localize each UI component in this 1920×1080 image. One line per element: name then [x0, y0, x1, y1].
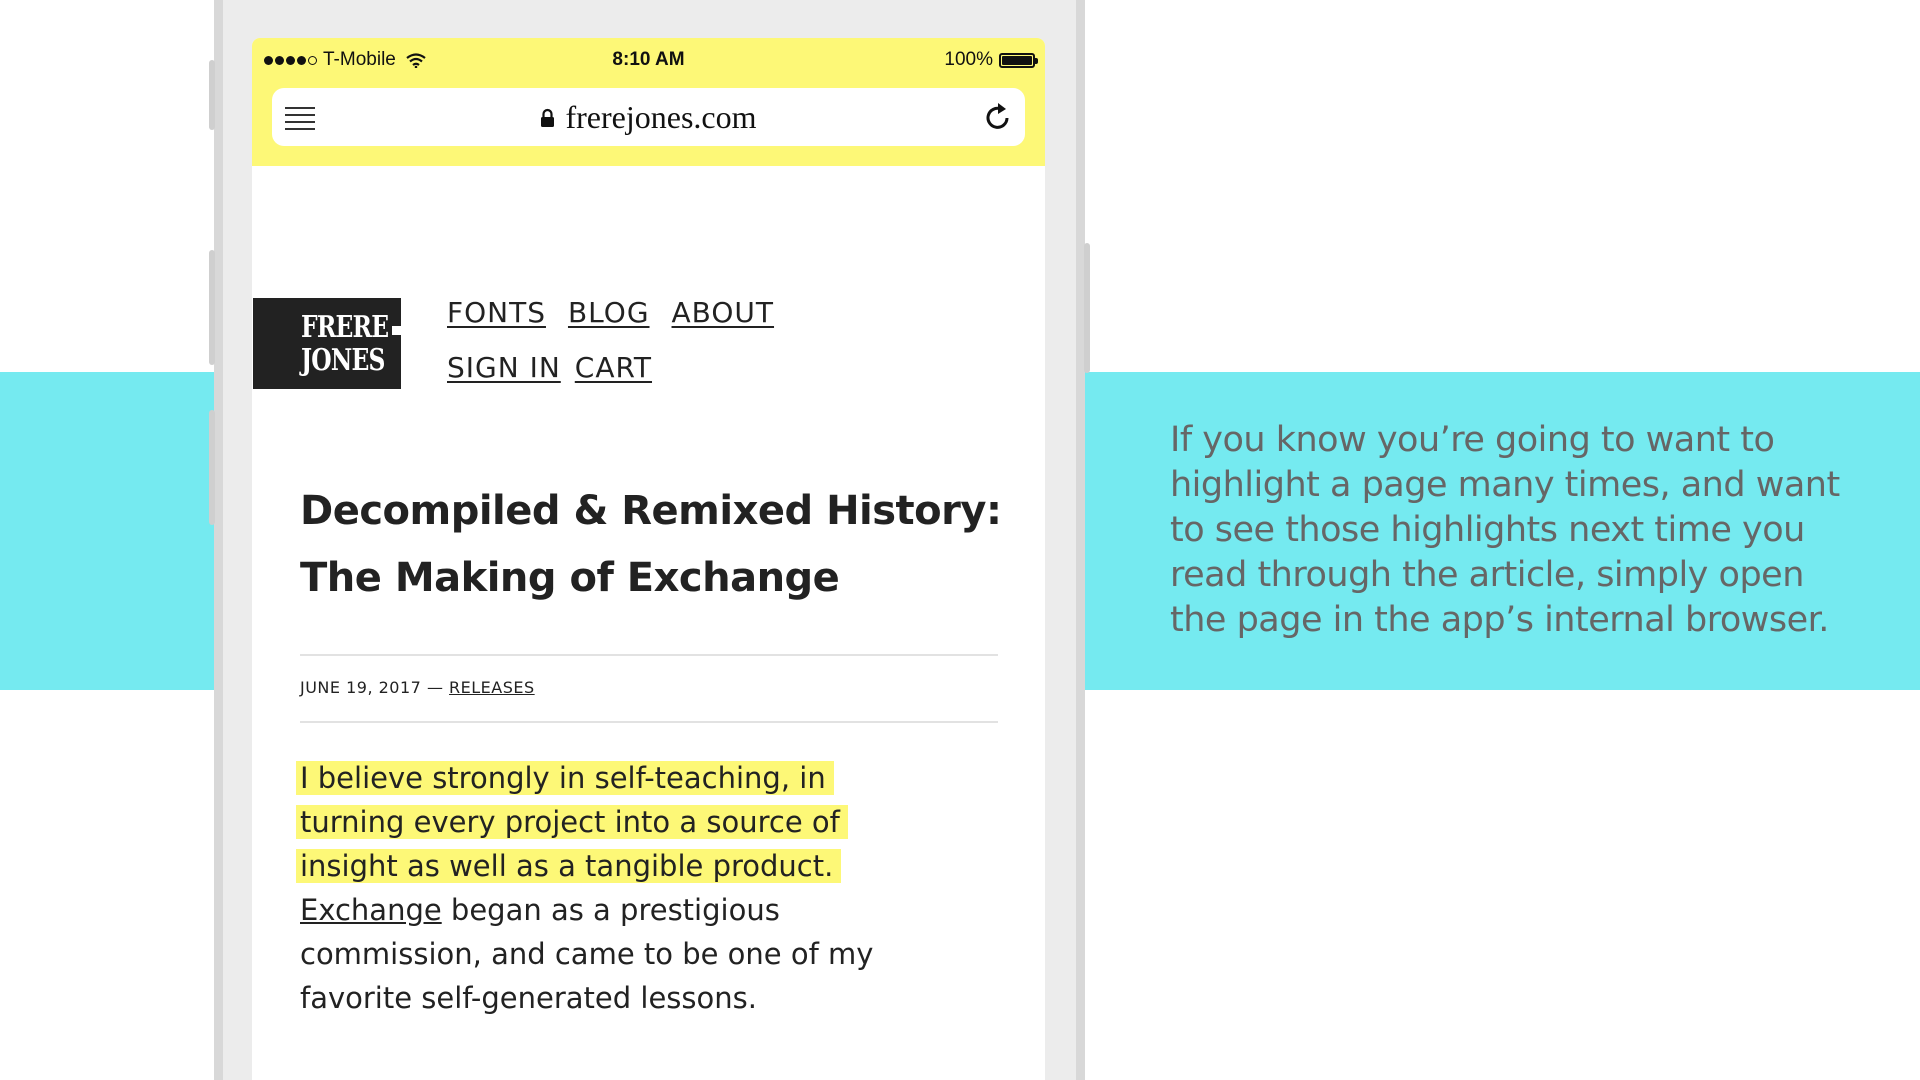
- exchange-link[interactable]: Exchange: [300, 893, 442, 927]
- article-title-line-1: Decompiled & Remixed History:: [300, 488, 1002, 534]
- nav-row-1: FONTS BLOG ABOUT: [447, 296, 774, 329]
- logo-line-1: FRERE: [301, 310, 389, 345]
- nav-link-blog[interactable]: BLOG: [568, 296, 650, 329]
- nav-row-2: SIGN IN CART: [447, 351, 774, 384]
- battery-icon: [999, 52, 1038, 68]
- phone-button-volume-down: [209, 410, 215, 525]
- logo-accent: [392, 326, 401, 335]
- highlighted-text-line-3[interactable]: insight as well as a tangible product.: [296, 849, 842, 883]
- url-display[interactable]: frerejones.com: [272, 99, 1025, 136]
- battery-percent: 100%: [944, 49, 993, 70]
- meta-separator: —: [426, 678, 444, 697]
- divider-top: [300, 654, 998, 656]
- phone-button-volume-up: [209, 250, 215, 365]
- browser-chrome: T-Mobile 8:10 AM 100% frerejones.com: [252, 38, 1045, 166]
- highlighted-text-line-1[interactable]: I believe strongly in self-teaching, in: [296, 761, 834, 795]
- status-bar: T-Mobile 8:10 AM 100%: [252, 38, 1045, 84]
- article-date: JUNE 19, 2017: [300, 678, 422, 697]
- url-bar[interactable]: frerejones.com: [272, 88, 1025, 146]
- nav-link-fonts[interactable]: FONTS: [447, 296, 546, 329]
- highlighted-text-line-2[interactable]: turning every project into a source of: [296, 805, 848, 839]
- article-meta: JUNE 19, 2017 — RELEASES: [300, 678, 535, 697]
- nav-link-about[interactable]: ABOUT: [672, 296, 775, 329]
- url-text: frerejones.com: [565, 99, 757, 135]
- status-right: 100%: [944, 49, 1038, 71]
- nav-link-cart[interactable]: CART: [575, 351, 652, 384]
- article-body: I believe strongly in self-teaching, in …: [296, 756, 1020, 1020]
- caption-text: If you know you’re going to want to high…: [1170, 420, 1840, 640]
- article-title-line-2: The Making of Exchange: [300, 555, 840, 601]
- status-time: 8:10 AM: [612, 49, 685, 70]
- lock-icon: [541, 108, 555, 127]
- site-logo[interactable]: FRERE JONES: [253, 298, 401, 389]
- phone-screen: T-Mobile 8:10 AM 100% frerejones.com FRE…: [252, 38, 1045, 1080]
- site-nav: FONTS BLOG ABOUT SIGN IN CART: [447, 296, 774, 406]
- phone-button-power: [1084, 243, 1090, 373]
- divider-bottom: [300, 721, 998, 723]
- reload-icon[interactable]: [983, 101, 1013, 133]
- category-link[interactable]: RELEASES: [449, 678, 535, 697]
- article-title: Decompiled & Remixed History: The Making…: [300, 478, 1020, 612]
- phone-button-silent: [209, 60, 215, 130]
- site-header: FRERE JONES FONTS BLOG ABOUT SIGN IN CAR…: [252, 268, 1045, 389]
- nav-link-sign-in[interactable]: SIGN IN: [447, 351, 561, 384]
- logo-line-2: JONES: [301, 343, 385, 378]
